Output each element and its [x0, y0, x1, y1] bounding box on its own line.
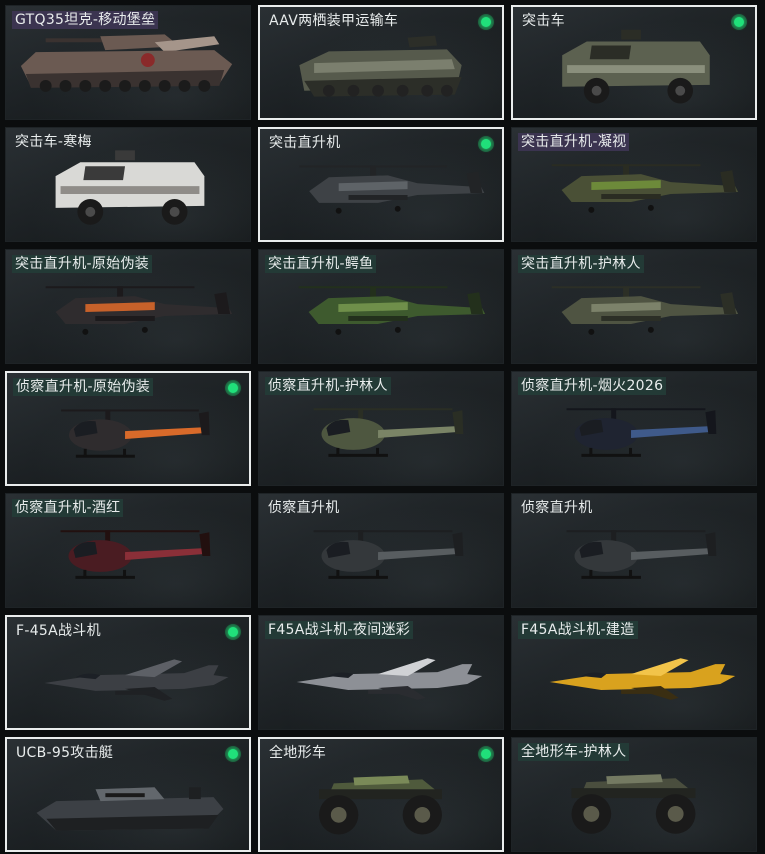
vehicle-grid: GTQ35坦克-移动堡垒 AAV两栖装甲运输车 突击车 突击车-寒梅 突击直升机…: [5, 5, 761, 854]
atv-icon: [571, 774, 696, 834]
equipped-status-icon: [478, 14, 494, 30]
scout-helicopter-icon: [313, 408, 464, 457]
vehicle-name: 全地形车-护林人: [518, 743, 630, 761]
vehicle-card[interactable]: 侦察直升机: [258, 493, 504, 608]
vehicle-name: AAV两栖装甲运输车: [269, 13, 399, 29]
vehicle-card[interactable]: 突击直升机-护林人: [511, 249, 757, 364]
fighter-jet-icon: [296, 658, 483, 700]
vehicle-name: 全地形车: [269, 745, 327, 761]
scout-helicopter-icon: [566, 408, 717, 457]
vehicle-card[interactable]: 突击直升机: [258, 127, 504, 242]
scout-helicopter-icon: [313, 530, 464, 579]
vehicle-name: 突击直升机-凝视: [518, 133, 630, 151]
attack-helicopter-icon: [551, 164, 739, 213]
attack-helicopter-icon: [551, 286, 739, 335]
vehicle-name: 突击直升机-原始伪装: [12, 255, 153, 273]
vehicle-card[interactable]: F-45A战斗机: [5, 615, 251, 730]
vehicle-card[interactable]: F45A战斗机-建造: [511, 615, 757, 730]
vehicle-name: 突击直升机: [269, 135, 341, 151]
vehicle-card[interactable]: F45A战斗机-夜间迷彩: [258, 615, 504, 730]
vehicle-name: F-45A战斗机: [16, 623, 101, 639]
vehicle-name: 侦察直升机-原始伪装: [13, 378, 154, 396]
vehicle-name: F45A战斗机-夜间迷彩: [265, 621, 414, 639]
vehicle-name: UCB-95攻击艇: [16, 745, 114, 761]
vehicle-name: 突击直升机-护林人: [518, 255, 644, 273]
armored-car-icon: [562, 29, 710, 104]
attack-helicopter-icon: [299, 165, 485, 214]
equipped-status-icon: [478, 136, 494, 152]
equipped-status-icon: [225, 746, 241, 762]
scout-helicopter-icon: [60, 530, 211, 579]
vehicle-name: 侦察直升机-烟火2026: [518, 377, 667, 395]
scout-helicopter-icon: [61, 409, 210, 458]
vehicle-card[interactable]: 侦察直升机-酒红: [5, 493, 251, 608]
armored-car-icon: [55, 150, 205, 225]
vehicle-name: 侦察直升机-护林人: [265, 377, 391, 395]
equipped-status-icon: [731, 14, 747, 30]
vehicle-name: 突击直升机-鳄鱼: [265, 255, 377, 273]
vehicle-card[interactable]: 侦察直升机-原始伪装: [5, 371, 251, 486]
equipped-status-icon: [225, 380, 241, 396]
vehicle-card[interactable]: 全地形车-护林人: [511, 737, 757, 852]
vehicle-name: F45A战斗机-建造: [518, 621, 638, 639]
atv-icon: [319, 775, 442, 835]
fighter-jet-icon: [44, 659, 229, 701]
vehicle-card[interactable]: 突击直升机-原始伪装: [5, 249, 251, 364]
vehicle-card[interactable]: 侦察直升机-烟火2026: [511, 371, 757, 486]
vehicle-name: 侦察直升机-酒红: [12, 499, 124, 517]
vehicle-name: 侦察直升机: [268, 500, 340, 516]
scout-helicopter-icon: [566, 530, 717, 579]
fighter-jet-icon: [549, 658, 736, 700]
amphibious-vehicle-icon: [299, 35, 462, 97]
vehicle-name: 突击车-寒梅: [15, 134, 92, 150]
vehicle-card[interactable]: 突击直升机-鳄鱼: [258, 249, 504, 364]
equipped-status-icon: [478, 746, 494, 762]
vehicle-name: 侦察直升机: [521, 500, 593, 516]
vehicle-card[interactable]: 突击车: [511, 5, 757, 120]
attack-helicopter-icon: [45, 286, 233, 335]
vehicle-name: GTQ35坦克-移动堡垒: [12, 11, 159, 29]
tank-icon: [20, 34, 233, 92]
vehicle-card[interactable]: AAV两栖装甲运输车: [258, 5, 504, 120]
vehicle-card[interactable]: 侦察直升机-护林人: [258, 371, 504, 486]
vehicle-card[interactable]: UCB-95攻击艇: [5, 737, 251, 852]
equipped-status-icon: [225, 624, 241, 640]
vehicle-name: 突击车: [522, 13, 565, 29]
vehicle-card[interactable]: 全地形车: [258, 737, 504, 852]
attack-helicopter-icon: [298, 286, 486, 335]
vehicle-card[interactable]: GTQ35坦克-移动堡垒: [5, 5, 251, 120]
vehicle-card[interactable]: 侦察直升机: [511, 493, 757, 608]
vehicle-card[interactable]: 突击车-寒梅: [5, 127, 251, 242]
vehicle-card[interactable]: 突击直升机-凝视: [511, 127, 757, 242]
attack-boat-icon: [36, 787, 224, 831]
